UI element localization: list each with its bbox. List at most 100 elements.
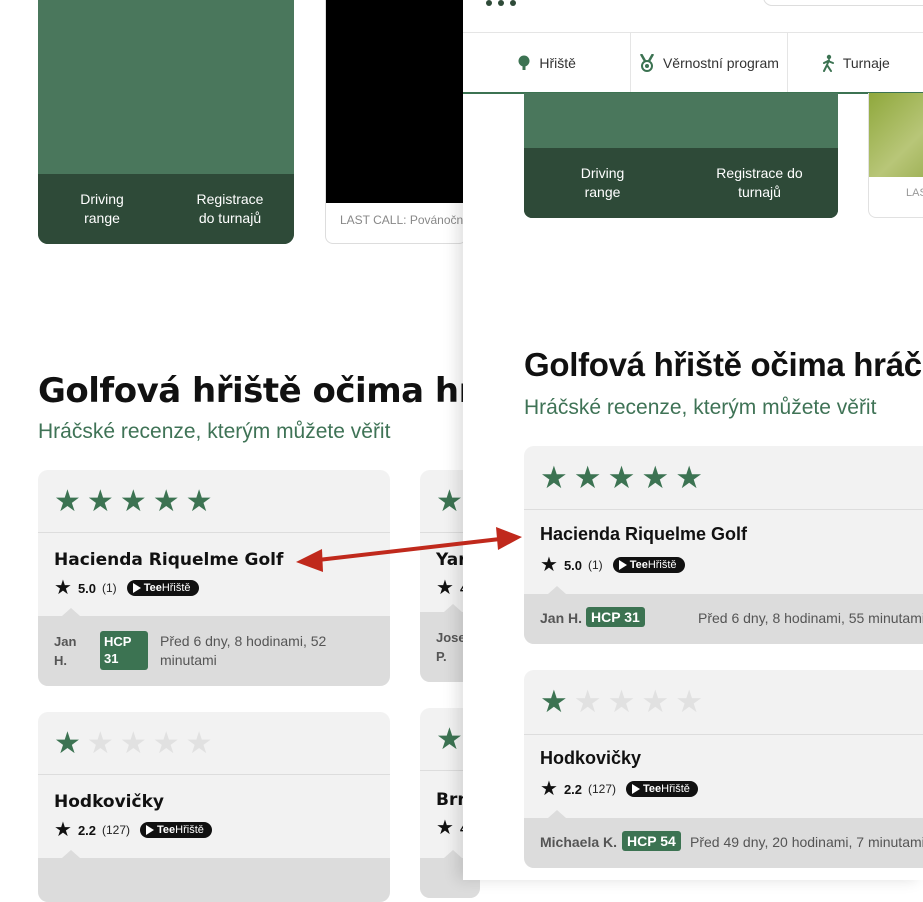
star-icon: ★ — [436, 817, 454, 839]
star-rating: ★ ★ ★ ★ ★ — [524, 446, 923, 510]
nav-label: Hřiště — [539, 54, 576, 71]
review-card[interactable]: ★ ★ ★ ★ ★ Hodkovičky ★ 2.2 (127) Tee Hřiště — [38, 712, 390, 902]
star-rating: ★ ★ ★ ★ ★ — [38, 712, 390, 775]
hcp-badge: HCP 54 — [622, 831, 681, 851]
section-heading: Golfová hřiště očima hráč — [524, 346, 922, 383]
star-icon: ★ — [675, 459, 703, 495]
driving-range-link[interactable]: Driving range — [524, 148, 681, 218]
teehriste-badge[interactable]: Tee Hřiště — [126, 580, 199, 596]
tournament-registration-link[interactable]: Registrace do turnajů — [681, 148, 838, 218]
article-caption: LAS — [906, 187, 923, 199]
video-card[interactable]: LAST CALL: Povánoční — [325, 0, 467, 244]
nav-item-tournaments[interactable]: Turnaje — [788, 33, 923, 92]
featured-card: Driving range Registrace do turnajů — [524, 93, 838, 218]
star-icon: ★ — [54, 484, 81, 518]
logo[interactable] — [486, 0, 516, 6]
section-subheading: Hráčské recenze, kterým můžete věřit — [38, 420, 391, 443]
star-icon: ★ — [54, 726, 81, 760]
star-icon: ★ — [436, 577, 454, 599]
star-icon: ★ — [86, 726, 114, 760]
foreground-page: Hřiště Věrnostní program Turnaje Driving… — [463, 0, 923, 880]
search-input[interactable] — [763, 0, 923, 6]
rating-count: (1) — [588, 558, 603, 572]
star-icon: ★ — [152, 726, 180, 760]
hcp-badge: HCP 31 — [100, 631, 148, 670]
star-icon: ★ — [540, 778, 558, 800]
play-icon — [618, 560, 627, 570]
course-name[interactable]: Hacienda Riquelme Golf — [540, 524, 747, 545]
golfer-icon — [822, 54, 834, 72]
star-icon: ★ — [185, 484, 213, 518]
nav-label: Věrnostní program — [662, 54, 779, 71]
video-player[interactable] — [326, 0, 466, 203]
star-icon: ★ — [607, 684, 636, 719]
teehriste-badge[interactable]: Tee Hřiště — [140, 822, 212, 838]
star-rating: ★ ★ ★ ★ ★ — [524, 670, 923, 735]
star-icon: ★ — [54, 577, 72, 599]
star-icon: ★ — [607, 459, 636, 495]
review-author: Jose P. — [436, 630, 466, 664]
hcp-badge: HCP 31 — [586, 607, 645, 627]
rating-count: (127) — [588, 782, 617, 796]
article-image — [869, 93, 923, 177]
star-icon: ★ — [675, 684, 703, 719]
video-caption: LAST CALL: Povánoční — [340, 213, 467, 227]
tournament-registration-link[interactable]: Registrace do turnajů — [166, 174, 294, 244]
course-rating: ★ 5.0 (1) Tee Hřiště — [54, 578, 199, 598]
star-icon: ★ — [119, 726, 147, 760]
course-rating: ★ 2.2 (127) Tee Hřiště — [540, 779, 698, 799]
golf-ball-icon — [518, 55, 530, 70]
review-author: Michaela K. — [540, 834, 618, 850]
star-icon: ★ — [119, 484, 147, 518]
review-author: Jan H. — [54, 634, 77, 668]
review-footer: Jan H. HCP 31 Před 6 dny, 8 hodinami, 55… — [524, 586, 923, 644]
nav-item-loyalty[interactable]: Věrnostní program — [631, 33, 788, 92]
review-date: Před 6 dny, 8 hodinami, 55 minutami — [698, 610, 923, 626]
star-icon: ★ — [185, 726, 213, 760]
rating-value: 2.2 — [77, 822, 97, 838]
review-card[interactable]: ★ ★ ★ ★ ★ Hacienda Riquelme Golf ★ 5.0 (1) T… — [38, 470, 390, 686]
star-icon: ★ — [641, 684, 670, 719]
star-icon: ★ — [152, 484, 180, 518]
top-bar — [463, 0, 923, 33]
review-footer: Michaela K. HCP 54 Před 49 dny, 20 hodin… — [524, 810, 923, 868]
star-icon: ★ — [540, 459, 568, 495]
featured-card: Driving range Registrace do turnajů — [38, 0, 294, 244]
star-icon: ★ — [573, 459, 602, 495]
review-footer: Jan H. HCP 31 Před 6 dny, 8 hodinami, 52… — [38, 608, 390, 686]
play-icon — [146, 825, 155, 835]
star-icon: ★ — [86, 484, 114, 518]
nav-item-courses[interactable]: Hřiště — [463, 33, 632, 92]
star-icon: ★ — [540, 684, 568, 719]
course-rating: ★ 2.2 (127) Tee Hřiště — [54, 820, 212, 840]
course-name[interactable]: Hodkovičky — [54, 792, 164, 812]
course-name[interactable]: Hacienda Riquelme Golf — [54, 550, 283, 570]
article-card[interactable]: LAS — [868, 93, 923, 218]
course-rating: ★ 5.0 (1) Tee Hřiště — [540, 555, 685, 575]
play-icon — [132, 583, 141, 593]
star-icon: ★ — [436, 722, 463, 756]
review-card[interactable]: ★ ★ ★ ★ ★ Hodkovičky ★ 2.2 (127) Tee Hřiště M… — [524, 670, 923, 868]
rating-count: (1) — [102, 581, 117, 595]
course-name[interactable]: Hodkovičky — [540, 748, 641, 769]
rating-value: 2.2 — [563, 781, 583, 797]
medal-icon — [639, 53, 655, 72]
main-nav: Hřiště Věrnostní program Turnaje — [463, 33, 923, 94]
star-icon: ★ — [540, 554, 558, 576]
star-icon: ★ — [641, 459, 670, 495]
star-icon: ★ — [54, 819, 72, 841]
rating-count: (127) — [102, 823, 131, 837]
rating-value: 5.0 — [563, 557, 583, 573]
play-icon — [632, 784, 641, 794]
review-date: Před 49 dny, 20 hodinami, 7 minutami — [690, 834, 923, 850]
review-card[interactable]: ★ ★ ★ ★ ★ Hacienda Riquelme Golf ★ 5.0 (1) T… — [524, 446, 923, 644]
section-subheading: Hráčské recenze, kterým můžete věřit — [524, 396, 877, 419]
section-heading: Golfová hřiště očima hráč — [38, 371, 517, 411]
star-rating: ★ ★ ★ ★ ★ — [38, 470, 390, 533]
rating-value: 5.0 — [77, 580, 97, 596]
teehriste-badge[interactable]: Tee Hřiště — [626, 781, 698, 797]
nav-label: Turnaje — [842, 54, 890, 71]
driving-range-link[interactable]: Driving range — [38, 174, 166, 244]
star-icon: ★ — [436, 484, 463, 518]
teehriste-badge[interactable]: Tee Hřiště — [612, 557, 685, 573]
